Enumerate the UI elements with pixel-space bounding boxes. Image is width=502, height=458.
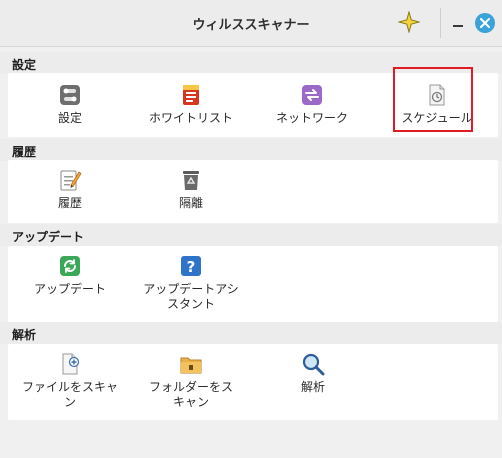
quarantine-item[interactable]: 隔離 (146, 168, 236, 211)
close-icon (480, 18, 490, 28)
update-assistant-item[interactable]: ? アップデートアシ スタント (139, 254, 243, 312)
section-header-update: アップデート (0, 224, 502, 246)
section-body-update: アップデート ? アップデートアシ スタント (8, 246, 498, 322)
settings-item[interactable]: 設定 (35, 83, 105, 126)
quarantine-item-label: 隔離 (178, 196, 203, 210)
settings-toggle-icon (60, 85, 80, 105)
scan-file-icon (62, 353, 80, 375)
close-button[interactable] (475, 13, 495, 33)
section-body-history: 履歴 隔離 (8, 160, 498, 223)
update-refresh-icon (60, 256, 80, 276)
section-body-analysis: ファイルをスキャ ン フォルダーをス キャン 解析 (8, 344, 498, 420)
update-item[interactable]: アップデート (30, 254, 110, 297)
history-item[interactable]: 履歴 (35, 168, 105, 211)
scan-folder-item-label: フォルダーをス キャン (148, 380, 233, 409)
svg-text:?: ? (187, 258, 196, 276)
scan-file-item-label: ファイルをスキャ ン (21, 380, 118, 409)
update-assistant-item-label: アップデートアシ スタント (143, 282, 239, 311)
quarantine-trash-icon (183, 171, 199, 190)
section-title-update: アップデート (12, 230, 85, 244)
network-item[interactable]: ネットワーク (270, 83, 354, 126)
schedule-highlight-box (393, 67, 473, 132)
star-icon[interactable] (397, 10, 421, 34)
window-title: ウィルススキャナー (192, 18, 310, 33)
whitelist-item-label: ホワイトリスト (148, 111, 233, 125)
whitelist-item[interactable]: ホワイトリスト (146, 83, 236, 126)
update-assistant-help-icon: ? (181, 256, 201, 276)
scan-file-item[interactable]: ファイルをスキャ ン (20, 352, 120, 410)
section-header-history: 履歴 (0, 139, 502, 161)
settings-item-label: 設定 (57, 111, 82, 125)
history-notepad-icon (60, 170, 82, 191)
analysis-magnifier-icon (302, 353, 325, 376)
history-item-label: 履歴 (57, 196, 82, 210)
section-header-analysis: 解析 (0, 322, 502, 344)
titlebar-separator (440, 8, 441, 38)
whitelist-icon (183, 85, 199, 105)
analysis-item[interactable]: 解析 (278, 352, 348, 395)
scan-folder-icon (180, 357, 202, 374)
update-item-label: アップデート (33, 282, 106, 296)
network-item-label: ネットワーク (275, 111, 348, 125)
analysis-item-label: 解析 (300, 380, 325, 394)
virus-scanner-window: ウィルススキャナー 設定 設定 ホワイトリスト ネットワーク スケジュール 履歴… (0, 0, 502, 458)
network-icon (302, 85, 322, 105)
title-bar: ウィルススキャナー (0, 0, 502, 47)
section-title-history: 履歴 (12, 145, 37, 159)
section-title-settings: 設定 (12, 58, 37, 72)
scan-folder-item[interactable]: フォルダーをス キャン (143, 352, 239, 410)
minimize-button[interactable] (452, 18, 464, 30)
section-title-analysis: 解析 (12, 328, 37, 342)
